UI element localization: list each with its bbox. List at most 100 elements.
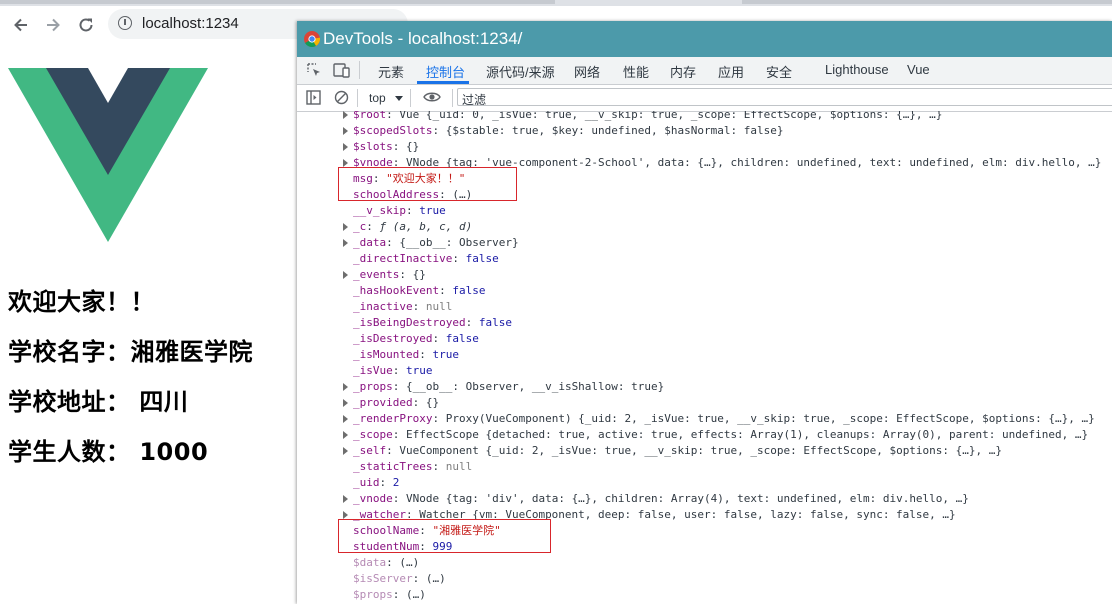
clear-console-icon[interactable] [334,90,349,108]
console-property-row: _inactive: null [353,299,452,315]
expand-arrow-icon[interactable] [343,271,348,279]
context-selector[interactable]: top [369,91,386,105]
property-key: _c [353,220,367,233]
school-name-text: 学校名字：湘雅医学院 [8,338,253,366]
site-info-icon[interactable] [118,16,132,30]
console-property-row[interactable]: _props: {__ob__: Observer, __v_isShallow… [343,379,665,395]
tab-lighthouse[interactable]: Lighthouse [825,62,889,77]
console-property-row[interactable]: _c: ƒ (a, b, c, d) [343,219,473,235]
tab-memory[interactable]: 内存 [670,62,696,81]
devtools-title: DevTools - localhost:1234/ [323,29,523,48]
console-property-row: _staticTrees: null [353,459,472,475]
console-property-row[interactable]: _data: {__ob__: Observer} [343,235,519,251]
console-property-row[interactable]: _self: VueComponent {_uid: 2, _isVue: tr… [343,443,1002,459]
expand-arrow-icon[interactable] [343,415,348,423]
console-filterbar: top 过滤 [297,85,1112,112]
expand-arrow-icon[interactable] [343,111,348,119]
chevron-down-icon[interactable] [395,96,403,101]
property-value: {} [406,140,420,153]
expand-arrow-icon[interactable] [343,127,348,135]
property-key: _events [353,268,400,281]
expand-arrow-icon[interactable] [343,383,348,391]
tab-sources[interactable]: 源代码/来源 [486,62,555,81]
active-tab-indicator [417,81,469,84]
console-property-row: _directInactive: false [353,251,499,267]
console-property-row: $data: (…) [353,555,419,571]
expand-arrow-icon[interactable] [343,495,348,503]
expand-arrow-icon[interactable] [343,399,348,407]
highlight-box [338,519,551,553]
toolbar-divider [359,61,360,79]
property-key: _vnode [353,492,393,505]
property-key: _provided [353,396,413,409]
console-property-row[interactable]: $scopedSlots: {$stable: true, $key: unde… [343,123,784,139]
expand-arrow-icon[interactable] [343,159,348,167]
property-value: 2 [392,476,400,489]
property-value: Vue {_uid: 0, _isVue: true, __v_skip: tr… [399,111,943,121]
back-arrow-icon[interactable] [10,14,32,36]
highlight-box [338,167,517,201]
expand-arrow-icon[interactable] [343,223,348,231]
property-key: $scopedSlots [353,124,433,137]
sidebar-toggle-icon[interactable] [306,90,321,108]
property-colon: : [432,460,446,473]
property-colon: : [405,204,420,217]
expand-arrow-icon[interactable] [343,143,348,151]
property-value: {$stable: true, $key: undefined, $hasNor… [445,124,784,137]
expand-arrow-icon[interactable] [343,239,348,247]
browser-tab[interactable] [742,0,1112,4]
tab-network[interactable]: 网络 [574,62,600,81]
property-value: {} [425,396,440,409]
property-value: {__ob__: Observer, __v_isShallow: true} [406,380,665,393]
browser-tab[interactable] [0,0,555,4]
console-property-row[interactable]: $root: Vue {_uid: 0, _isVue: true, __v_s… [343,111,943,123]
tab-performance[interactable]: 性能 [623,62,649,81]
property-value: Proxy(VueComponent) {_uid: 2, _isVue: tr… [445,412,1095,425]
eye-icon[interactable] [423,91,441,106]
property-colon: : [386,444,400,457]
tab-elements[interactable]: 元素 [378,62,404,81]
devtools-titlebar[interactable]: DevTools - localhost:1234/ [297,21,1112,57]
forward-arrow-icon[interactable] [42,14,64,36]
property-key: _isBeingDestroyed [353,316,466,329]
console-property-row[interactable]: $slots: {} [343,139,420,155]
property-key: _data [353,236,387,249]
property-key: _staticTrees [353,460,433,473]
property-value: false [445,332,479,345]
property-value: (…) [406,588,426,601]
property-colon: : [412,572,426,585]
console-property-row[interactable]: _renderProxy: Proxy(VueComponent) {_uid:… [343,411,1095,427]
property-key: _renderProxy [353,412,433,425]
tab-vue[interactable]: Vue [907,62,930,77]
property-value: ƒ (a, b, c, d) [379,220,473,233]
console-property-row[interactable]: _scope: EffectScope {detached: true, act… [343,427,1088,443]
tab-console[interactable]: 控制台 [426,62,465,81]
property-value: true [419,204,446,217]
property-value: true [432,348,459,361]
property-key: _self [353,444,387,457]
property-key: _directInactive [353,252,453,265]
console-property-row: $props: (…) [353,587,426,603]
console-property-row: _isMounted: true [353,347,459,363]
expand-arrow-icon[interactable] [343,511,348,519]
console-property-row: _isVue: true [353,363,433,379]
property-colon: : [392,588,406,601]
console-property-row[interactable]: _vnode: VNode {tag: 'div', data: {…}, ch… [343,491,969,507]
expand-arrow-icon[interactable] [343,447,348,455]
device-toolbar-icon[interactable] [333,62,351,81]
property-value: false [465,252,499,265]
property-colon: : [452,252,466,265]
reload-icon[interactable] [75,14,97,36]
console-property-row[interactable]: _events: {} [343,267,426,283]
tab-application[interactable]: 应用 [718,62,744,81]
inspect-element-icon[interactable] [306,62,322,81]
console-property-row[interactable]: _provided: {} [343,395,440,411]
expand-arrow-icon[interactable] [343,431,348,439]
property-key: _scope [353,428,393,441]
property-colon: : [432,412,446,425]
console-filter-input[interactable]: 过滤 [457,88,1112,107]
tab-security[interactable]: 安全 [766,62,792,81]
property-colon: : [432,332,446,345]
devtools-tabbar: 元素 控制台 源代码/来源 网络 性能 内存 应用 安全 Lighthouse … [297,57,1112,85]
property-colon: : [386,236,400,249]
